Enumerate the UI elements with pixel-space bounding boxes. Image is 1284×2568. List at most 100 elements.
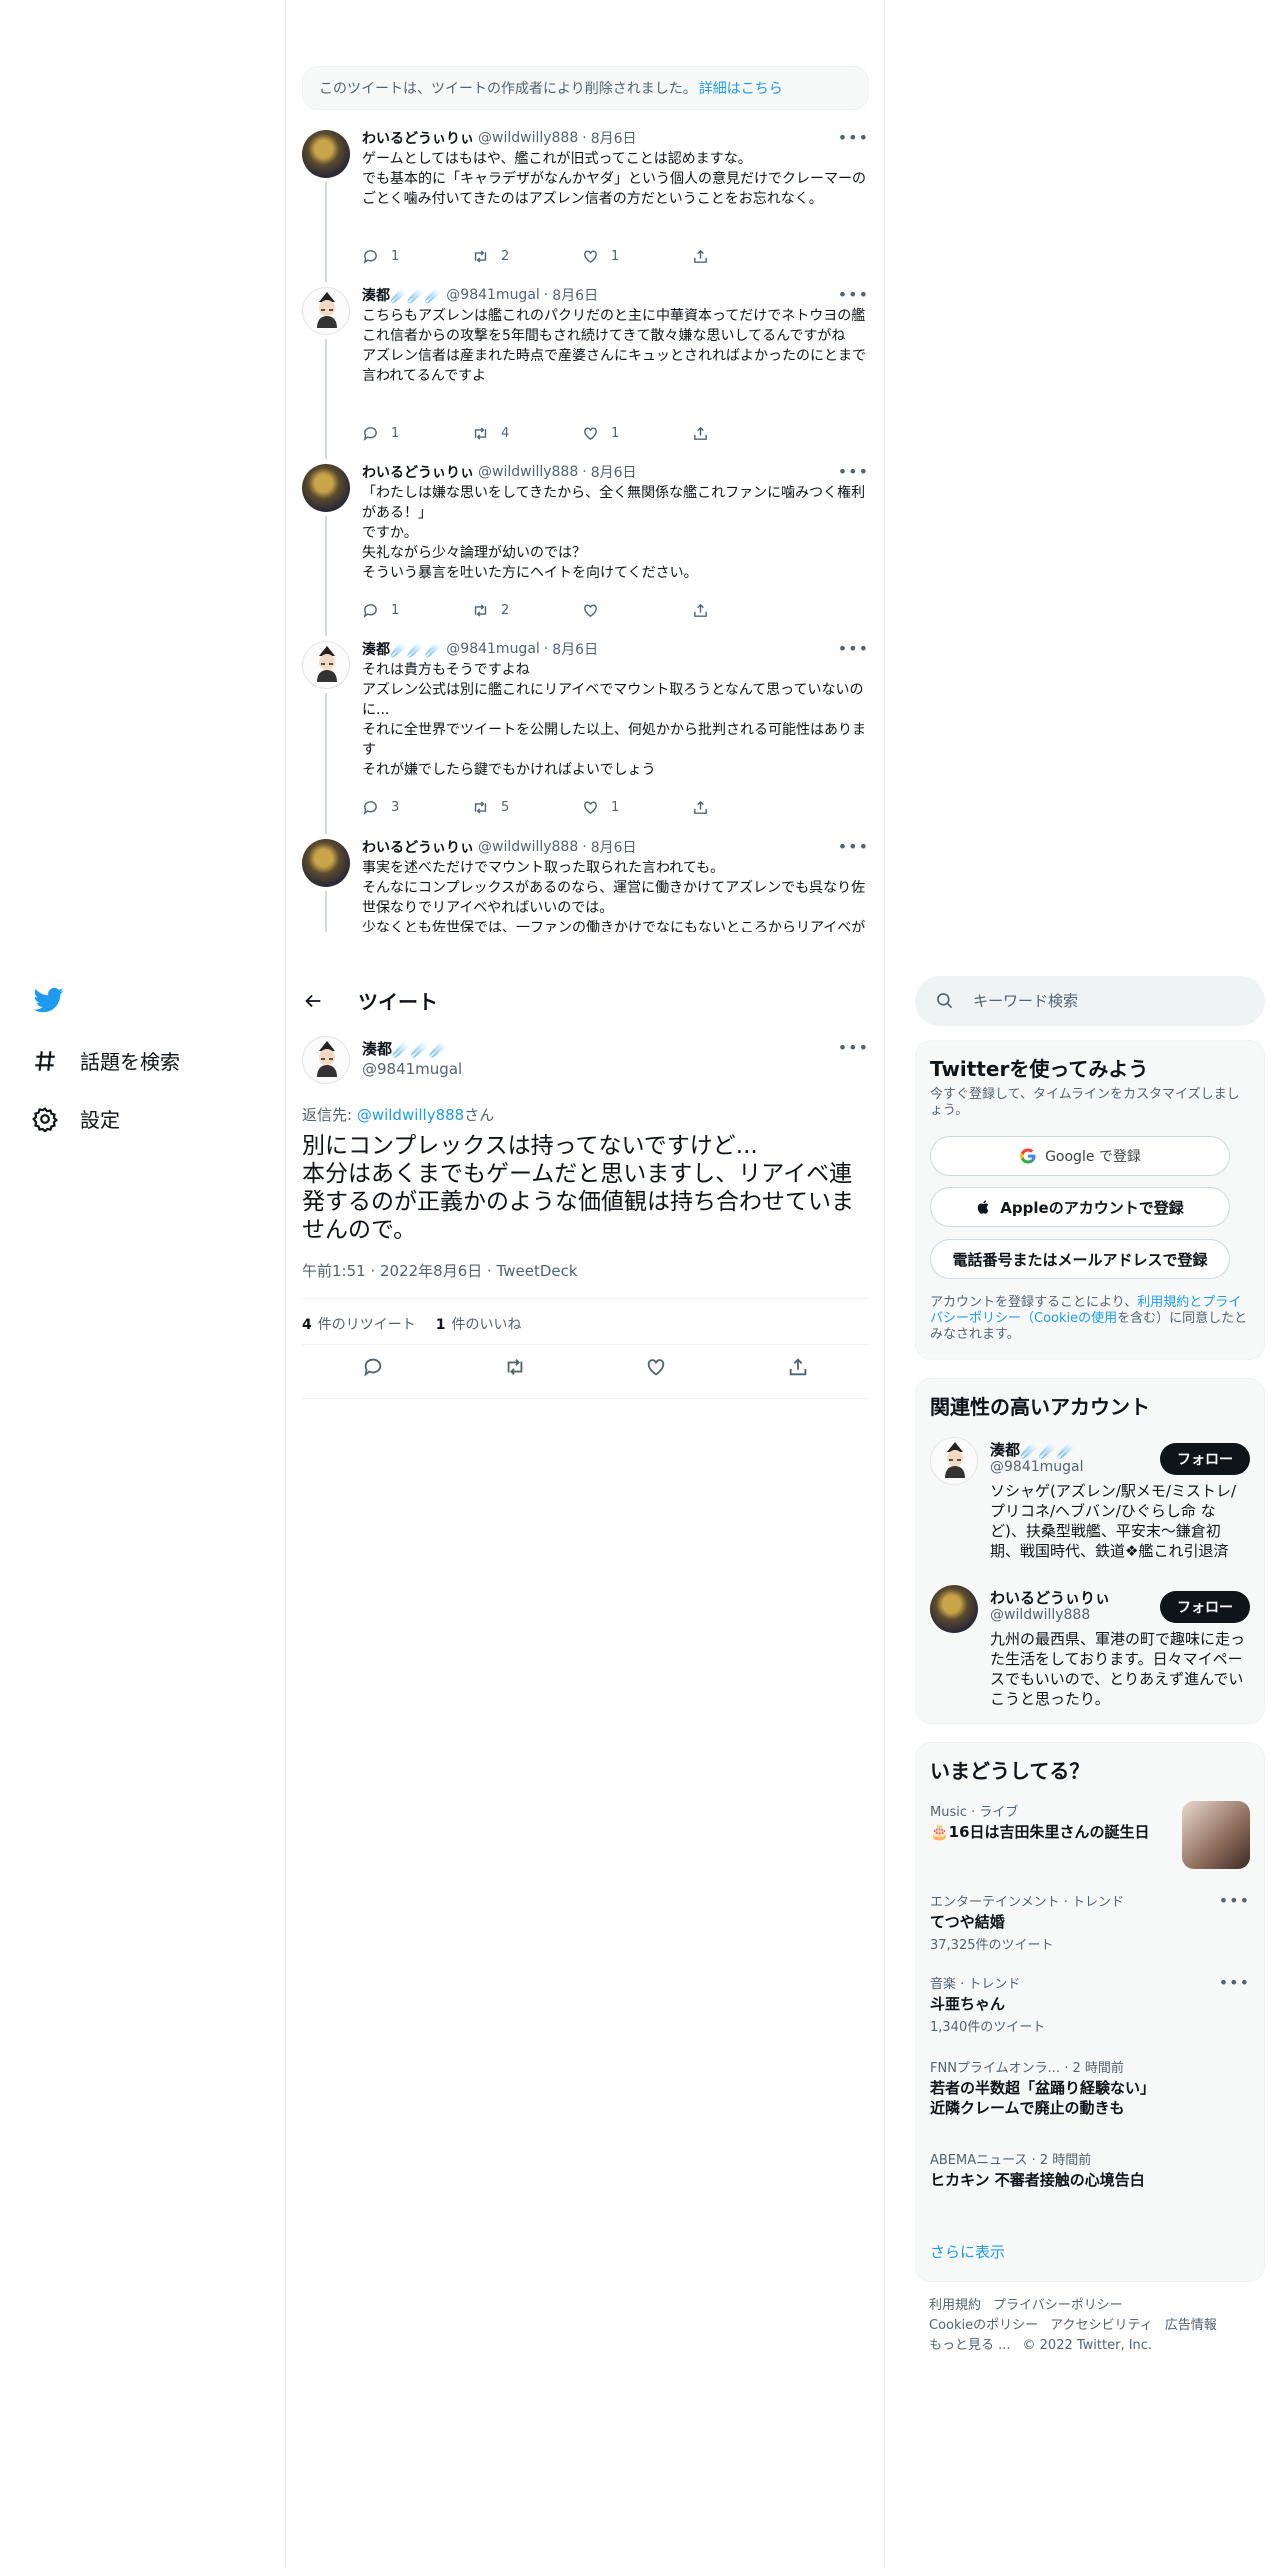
- account-name[interactable]: わいるどうぃりぃ: [990, 1587, 1110, 1608]
- retweet-stat[interactable]: 4 件のリツイート: [302, 1314, 416, 1334]
- like-button[interactable]: 1: [582, 425, 692, 442]
- avatar[interactable]: [930, 1437, 978, 1485]
- reply-to-line: 返信先: @wildwilly888さん: [302, 1104, 494, 1125]
- tweet-author-name[interactable]: わいるどうぃりぃ: [362, 128, 474, 148]
- footer-link[interactable]: Cookieのポリシー: [929, 2318, 1038, 2333]
- tweet-author-name[interactable]: 湊都☄️☄️☄️: [362, 285, 442, 305]
- tweet-text: 別にコンプレックスは持ってないですけど... 本分はあくまでもゲームだと思います…: [302, 1133, 854, 1243]
- follow-button[interactable]: フォロー: [1160, 1591, 1250, 1623]
- author-handle[interactable]: @9841mugal: [362, 1060, 462, 1078]
- footer-link[interactable]: プライバシーポリシー: [993, 2298, 1123, 2313]
- account-handle[interactable]: @wildwilly888: [990, 1607, 1090, 1623]
- reply-button[interactable]: 1: [362, 425, 472, 442]
- reply-icon[interactable]: [362, 1356, 384, 1378]
- account-handle[interactable]: @9841mugal: [990, 1459, 1084, 1475]
- tweet-date[interactable]: 8月6日: [552, 285, 598, 305]
- like-button[interactable]: 1: [582, 248, 692, 265]
- learn-more-link[interactable]: 詳細はこちら: [699, 78, 783, 98]
- thread-tweet[interactable]: 湊都☄️☄️☄️ @9841mugal · 8月6日 ••• それは貴方もそうですよね…: [302, 621, 869, 834]
- share-button[interactable]: [692, 602, 802, 619]
- deleted-tweet-notice: このツイートは、ツイートの作成者により削除されました。 詳細はこちら: [302, 66, 869, 110]
- avatar[interactable]: [302, 130, 350, 178]
- thread-tweet[interactable]: わいるどうぃりぃ @wildwilly888 · 8月6日 ••• ゲームとしてはもは…: [302, 120, 869, 282]
- heart-icon[interactable]: [645, 1356, 667, 1378]
- reply-count: 1: [391, 426, 400, 441]
- tweet-stats: 4 件のリツイート 1 件のいいね: [302, 1314, 522, 1334]
- retweet-button[interactable]: 2: [472, 248, 582, 265]
- like-button[interactable]: [582, 602, 692, 619]
- follow-button[interactable]: フォロー: [1160, 1443, 1250, 1475]
- avatar[interactable]: [302, 641, 350, 689]
- account-name[interactable]: 湊都☄️☄️☄️: [990, 1439, 1076, 1460]
- retweet-button[interactable]: 5: [472, 799, 582, 816]
- author-name[interactable]: 湊都☄️☄️☄️: [362, 1038, 448, 1059]
- like-button[interactable]: 1: [582, 799, 692, 816]
- like-stat[interactable]: 1 件のいいね: [436, 1314, 522, 1334]
- share-button[interactable]: [692, 799, 802, 816]
- tweet-date[interactable]: 8月6日: [591, 462, 637, 482]
- phone-email-signup-button[interactable]: 電話番号またはメールアドレスで登録: [930, 1239, 1230, 1279]
- reply-prefix: 返信先:: [302, 1106, 357, 1124]
- more-icon[interactable]: •••: [838, 837, 869, 856]
- share-icon[interactable]: [787, 1356, 809, 1378]
- more-icon[interactable]: •••: [838, 285, 869, 304]
- reply-to-link[interactable]: @wildwilly888: [357, 1106, 464, 1124]
- nav-explore[interactable]: 話題を検索: [32, 1046, 180, 1075]
- tweet-text: こちらもアズレンは艦これのパクリだのと主に中華資本ってだけでネトウヨの艦これ信者…: [362, 308, 866, 384]
- tweet-author-handle[interactable]: @wildwilly888: [478, 839, 578, 855]
- retweet-icon[interactable]: [504, 1356, 526, 1378]
- trend-item[interactable]: 音楽 · トレンド 斗亜ちゃん 1,340件のツイート •••: [930, 1973, 1250, 2035]
- search-input[interactable]: [973, 992, 1233, 1010]
- tweet-author-name[interactable]: 湊都☄️☄️☄️: [362, 639, 442, 659]
- footer-link[interactable]: 利用規約: [929, 2298, 981, 2313]
- share-button[interactable]: [692, 425, 802, 442]
- more-icon[interactable]: •••: [838, 128, 869, 147]
- show-more-link[interactable]: さらに表示: [930, 2241, 1005, 2262]
- tweet-author-handle[interactable]: @wildwilly888: [478, 464, 578, 480]
- more-icon[interactable]: •••: [1219, 1891, 1250, 1910]
- tweet-author-name[interactable]: わいるどうぃりぃ: [362, 462, 474, 482]
- retweet-button[interactable]: 4: [472, 425, 582, 442]
- thread-tweet[interactable]: わいるどうぃりぃ @wildwilly888 · 8月6日 ••• 事実を述べただけで…: [302, 819, 869, 932]
- avatar[interactable]: [302, 1036, 350, 1084]
- google-signup-button[interactable]: Google で登録: [930, 1136, 1230, 1176]
- thread-tweet[interactable]: 湊都☄️☄️☄️ @9841mugal · 8月6日 ••• こちらもアズレンは艦これ…: [302, 267, 869, 459]
- search-box[interactable]: [915, 976, 1265, 1026]
- avatar[interactable]: [302, 287, 350, 335]
- retweet-button[interactable]: 2: [472, 602, 582, 619]
- more-icon[interactable]: •••: [1219, 1973, 1250, 1992]
- tweet-author-handle[interactable]: @wildwilly888: [478, 130, 578, 146]
- more-icon[interactable]: •••: [838, 462, 869, 481]
- tweet-author-handle[interactable]: @9841mugal: [446, 641, 540, 657]
- more-icon[interactable]: •••: [838, 639, 869, 658]
- avatar[interactable]: [302, 839, 350, 887]
- tweet-author-name[interactable]: わいるどうぃりぃ: [362, 837, 474, 857]
- trend-item[interactable]: Music · ライブ 🎂16日は吉田朱里さんの誕生日: [930, 1801, 1250, 1869]
- reply-button[interactable]: 3: [362, 799, 472, 816]
- reply-button[interactable]: 1: [362, 602, 472, 619]
- reply-button[interactable]: 1: [362, 248, 472, 265]
- tweet-date[interactable]: 8月6日: [591, 128, 637, 148]
- retweet-icon: [474, 427, 487, 440]
- thread-tweet[interactable]: わいるどうぃりぃ @wildwilly888 · 8月6日 ••• 「わたしは嫌な思い…: [302, 444, 869, 636]
- tweet-date[interactable]: 8月6日: [591, 837, 637, 857]
- trend-item[interactable]: エンターテインメント · トレンド てつや結婚 37,325件のツイート •••: [930, 1891, 1250, 1953]
- trend-item[interactable]: ABEMAニュース · 2 時間前 ヒカキン 不審者接触の心境告白: [930, 2149, 1250, 2190]
- avatar[interactable]: [930, 1585, 978, 1633]
- tweet-timestamp[interactable]: 午前1:51 · 2022年8月6日 · TweetDeck: [302, 1260, 578, 1281]
- tweet-author-handle[interactable]: @9841mugal: [446, 287, 540, 303]
- footer-link[interactable]: もっと見る ...: [929, 2338, 1011, 2353]
- apple-signup-button[interactable]: Appleのアカウントで登録: [930, 1187, 1230, 1227]
- signup-title: Twitterを使ってみよう: [930, 1057, 1149, 1081]
- twitter-logo-icon[interactable]: [32, 985, 66, 1015]
- more-icon[interactable]: •••: [838, 1038, 869, 1057]
- back-arrow-icon[interactable]: [302, 990, 324, 1012]
- trend-item[interactable]: FNNプライムオンラ... · 2 時間前 若者の半数超「盆踊り経験ない」 近隣…: [930, 2057, 1250, 2118]
- page-title: ツイート: [358, 990, 438, 1014]
- nav-settings[interactable]: 設定: [32, 1104, 120, 1133]
- tweet-date[interactable]: 8月6日: [552, 639, 598, 659]
- avatar[interactable]: [302, 464, 350, 512]
- footer-link[interactable]: アクセシビリティ: [1050, 2318, 1153, 2333]
- footer-link[interactable]: 広告情報: [1165, 2318, 1217, 2333]
- share-button[interactable]: [692, 248, 802, 265]
